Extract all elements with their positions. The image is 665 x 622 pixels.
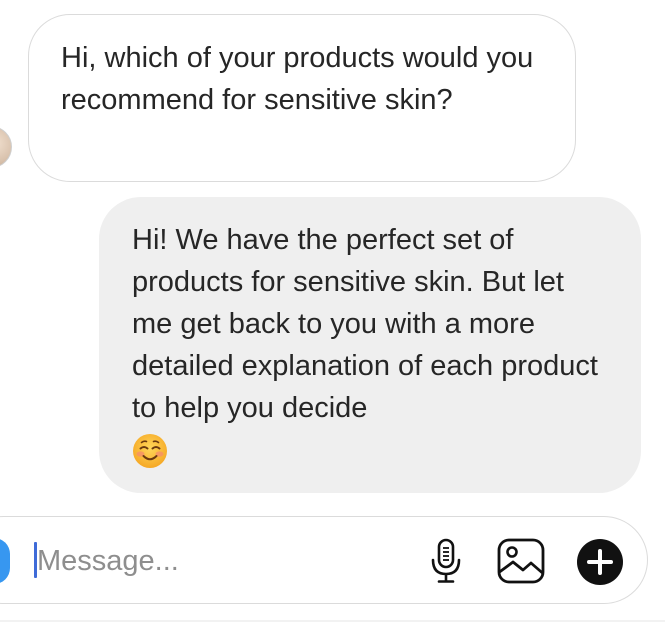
chat-screen: Hi, which of your products would you rec… bbox=[0, 0, 665, 622]
plus-circle-icon bbox=[577, 539, 623, 585]
smiling-face-icon bbox=[133, 434, 167, 468]
sent-message-bubble[interactable]: Hi! We have the perfect set of products … bbox=[99, 197, 641, 493]
message-input[interactable] bbox=[33, 540, 407, 582]
more-options-button[interactable] bbox=[575, 537, 625, 587]
text-cursor bbox=[34, 542, 37, 578]
voice-message-button[interactable] bbox=[424, 536, 468, 586]
received-message-text: Hi, which of your products would you rec… bbox=[61, 42, 542, 116]
gallery-button[interactable] bbox=[495, 536, 547, 586]
sent-message-text: Hi! We have the perfect set of products … bbox=[132, 224, 607, 424]
microphone-icon bbox=[431, 538, 461, 583]
image-gallery-icon bbox=[497, 538, 545, 584]
contact-avatar[interactable] bbox=[0, 126, 12, 168]
received-message-bubble[interactable]: Hi, which of your products would you rec… bbox=[28, 14, 576, 182]
